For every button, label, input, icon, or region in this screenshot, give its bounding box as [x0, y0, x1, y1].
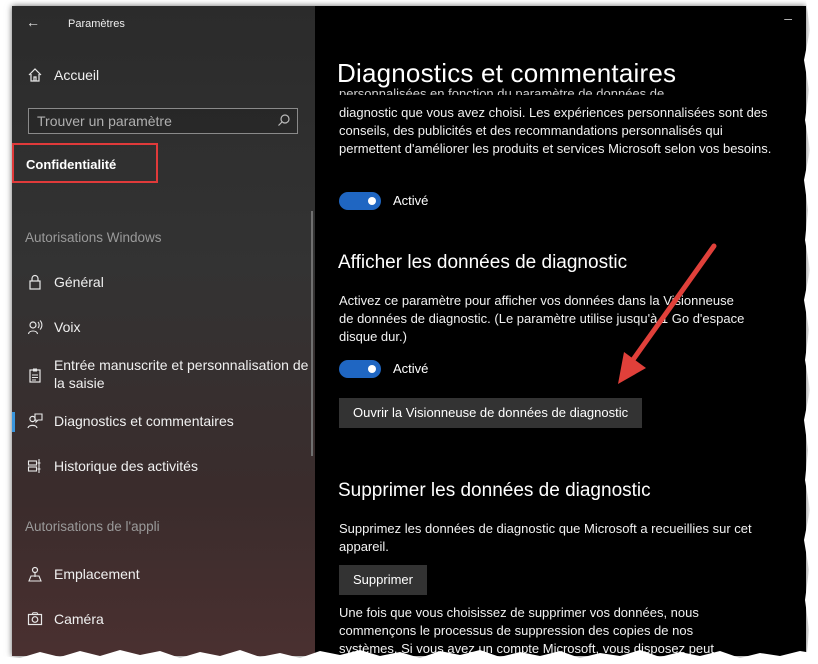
- page-title: Diagnostics et commentaires: [337, 58, 677, 88]
- tailored-experiences-text: diagnostic que vous avez choisi. Les exp…: [339, 105, 772, 156]
- section-heading-windows: Autorisations Windows: [25, 230, 162, 245]
- toggle-knob: [368, 365, 376, 373]
- home-icon: [26, 66, 44, 84]
- nav-general-label: Général: [54, 274, 104, 290]
- nav-activity-history-label: Historique des activités: [54, 458, 198, 474]
- search-placeholder: Trouver un paramètre: [37, 113, 172, 129]
- nav-activity-history[interactable]: Historique des activités: [12, 457, 315, 475]
- nav-voice[interactable]: Voix: [12, 318, 315, 336]
- minimize-icon[interactable]: –: [784, 10, 792, 26]
- nav-home-label: Accueil: [54, 67, 100, 83]
- toggle-knob: [368, 197, 376, 205]
- screenshot-frame: ← Paramètres Accueil Trouver un paramètr…: [0, 0, 818, 664]
- current-section-highlight: Confidentialité: [12, 143, 158, 183]
- delete-button[interactable]: Supprimer: [339, 565, 427, 595]
- delete-diagnostic-heading: Supprimer les données de diagnostic: [338, 480, 651, 501]
- section-heading-apps: Autorisations de l'appli: [25, 519, 160, 534]
- nav-home[interactable]: Accueil: [12, 66, 315, 84]
- nav-inking[interactable]: Entrée manuscrite et personnalisation de…: [12, 356, 315, 392]
- diagnostic-viewer-toggle-label: Activé: [393, 361, 429, 376]
- search-icon[interactable]: [277, 113, 291, 127]
- content-pane: – Diagnostics et commentaires personnali…: [315, 6, 806, 656]
- sidebar: ← Paramètres Accueil Trouver un paramètr…: [12, 6, 315, 656]
- clipboard-icon: [26, 366, 44, 384]
- voice-icon: [26, 318, 44, 336]
- nav-inking-label: Entrée manuscrite et personnalisation de…: [53, 357, 309, 391]
- nav-general[interactable]: Général: [12, 273, 315, 291]
- camera-icon: [26, 610, 44, 628]
- location-icon: [26, 565, 44, 583]
- open-diagnostic-viewer-button[interactable]: Ouvrir la Visionneuse de données de diag…: [339, 398, 643, 428]
- tailored-experiences-toggle[interactable]: [339, 192, 381, 210]
- settings-window: ← Paramètres Accueil Trouver un paramètr…: [12, 6, 806, 656]
- diagnostic-viewer-toggle[interactable]: [339, 360, 381, 378]
- nav-camera[interactable]: Caméra: [12, 610, 315, 628]
- delete-diagnostic-text: Supprimez les données de diagnostic que …: [339, 521, 752, 554]
- tailored-experiences-toggle-label: Activé: [393, 193, 429, 208]
- nav-location-label: Emplacement: [54, 566, 140, 582]
- current-section-title: Confidentialité: [26, 157, 117, 172]
- torn-edge-decoration-right: [804, 0, 818, 664]
- sidebar-scrollbar[interactable]: [311, 211, 313, 456]
- nav-diagnostics[interactable]: Diagnostics et commentaires: [12, 412, 315, 430]
- nav-diagnostics-label: Diagnostics et commentaires: [54, 413, 234, 429]
- nav-camera-label: Caméra: [54, 611, 104, 627]
- view-diagnostic-heading: Afficher les données de diagnostic: [338, 252, 628, 273]
- feedback-icon: [26, 412, 44, 430]
- nav-voice-label: Voix: [54, 319, 81, 335]
- window-title: Paramètres: [68, 18, 125, 30]
- timeline-icon: [26, 457, 44, 475]
- clipped-text-line: personnalisées en fonction du paramètre …: [339, 86, 665, 95]
- nav-location[interactable]: Emplacement: [12, 565, 315, 583]
- torn-edge-decoration: [0, 650, 818, 664]
- lock-icon: [26, 273, 44, 291]
- view-diagnostic-text: Activez ce paramètre pour afficher vos d…: [339, 293, 745, 344]
- back-arrow-icon[interactable]: ←: [26, 14, 40, 30]
- search-input[interactable]: Trouver un paramètre: [28, 108, 298, 134]
